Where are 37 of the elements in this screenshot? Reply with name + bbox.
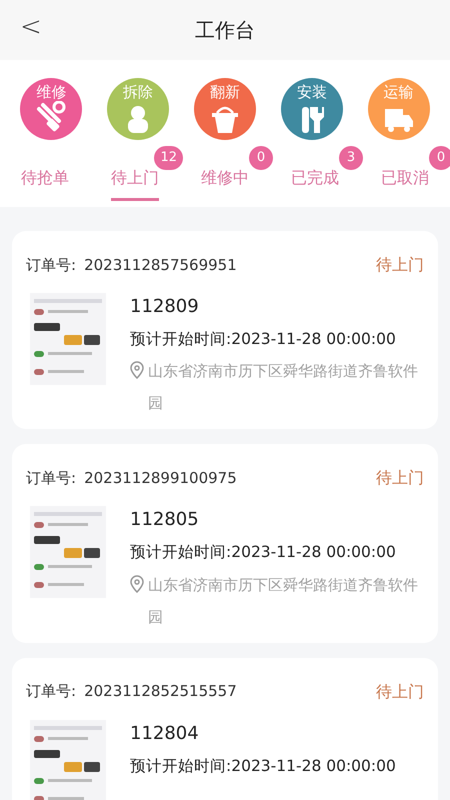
- order-address: 山东省济南市历下区舜华路街道齐鲁软件园: [148, 361, 419, 414]
- start-time: 预计开始时间:2023-11-28 00:00:00: [130, 329, 397, 350]
- start-time: 预计开始时间:2023-11-28 00:00:00: [130, 756, 396, 776]
- order-title: 112805: [130, 508, 200, 532]
- status-tab[interactable]: 维修中: [201, 154, 249, 201]
- order-status: 待上门: [376, 467, 424, 490]
- count-badge: 12: [154, 146, 183, 170]
- status-tab[interactable]: 待抢单: [21, 154, 69, 201]
- order-number-label: 订单号:: [26, 681, 76, 702]
- order-number-label: 订单号:: [26, 254, 76, 276]
- order-number: 2023112899100975: [84, 468, 237, 489]
- category-button[interactable]: 拆除: [107, 78, 170, 140]
- start-time: 预计开始时间:2023-11-28 00:00:00: [130, 542, 397, 564]
- order-number-label: 订单号:: [26, 468, 76, 489]
- location-pin-icon: [130, 574, 144, 592]
- order-number: 2023112857569951: [84, 254, 237, 276]
- category-button[interactable]: 运输: [368, 78, 430, 140]
- location-pin-icon: [130, 361, 144, 380]
- order-card[interactable]: 订单号: 2023112857569951 待上门 112809 预计开始时间:2023-11-28 00:00:00 山东省济南市历下区舜华路街道齐鲁软件园: [12, 231, 438, 430]
- order-address: 山东省济南市历下区舜华路街道齐鲁软件园: [148, 574, 419, 628]
- order-status: 待上门: [376, 680, 424, 702]
- count-badge: 0: [429, 146, 450, 170]
- order-card[interactable]: 订单号: 2023112852515557 待上门 112804 预计开始时间:2023-11-28 00:00:00: [12, 658, 438, 800]
- order-title: 112809: [130, 295, 200, 319]
- status-tab[interactable]: 已取消: [381, 154, 429, 201]
- order-number: 2023112852515557: [84, 681, 237, 702]
- count-badge: 0: [249, 146, 273, 170]
- status-tab[interactable]: 已完成: [291, 154, 339, 201]
- category-button[interactable]: 维修: [20, 78, 82, 140]
- back-button[interactable]: <: [14, 14, 48, 40]
- order-status: 待上门: [376, 254, 424, 276]
- category-button[interactable]: 安装: [280, 78, 343, 140]
- order-card[interactable]: 订单号: 2023112899100975 待上门 112805 预计开始时间:2023-11-28 00:00:00 山东省济南市历下区舜华路街道齐鲁软件园: [12, 444, 438, 642]
- category-button[interactable]: 翻新: [194, 78, 256, 140]
- count-badge: 3: [339, 146, 363, 170]
- page-title: 工作台: [195, 17, 255, 44]
- order-title: 112804: [130, 722, 200, 746]
